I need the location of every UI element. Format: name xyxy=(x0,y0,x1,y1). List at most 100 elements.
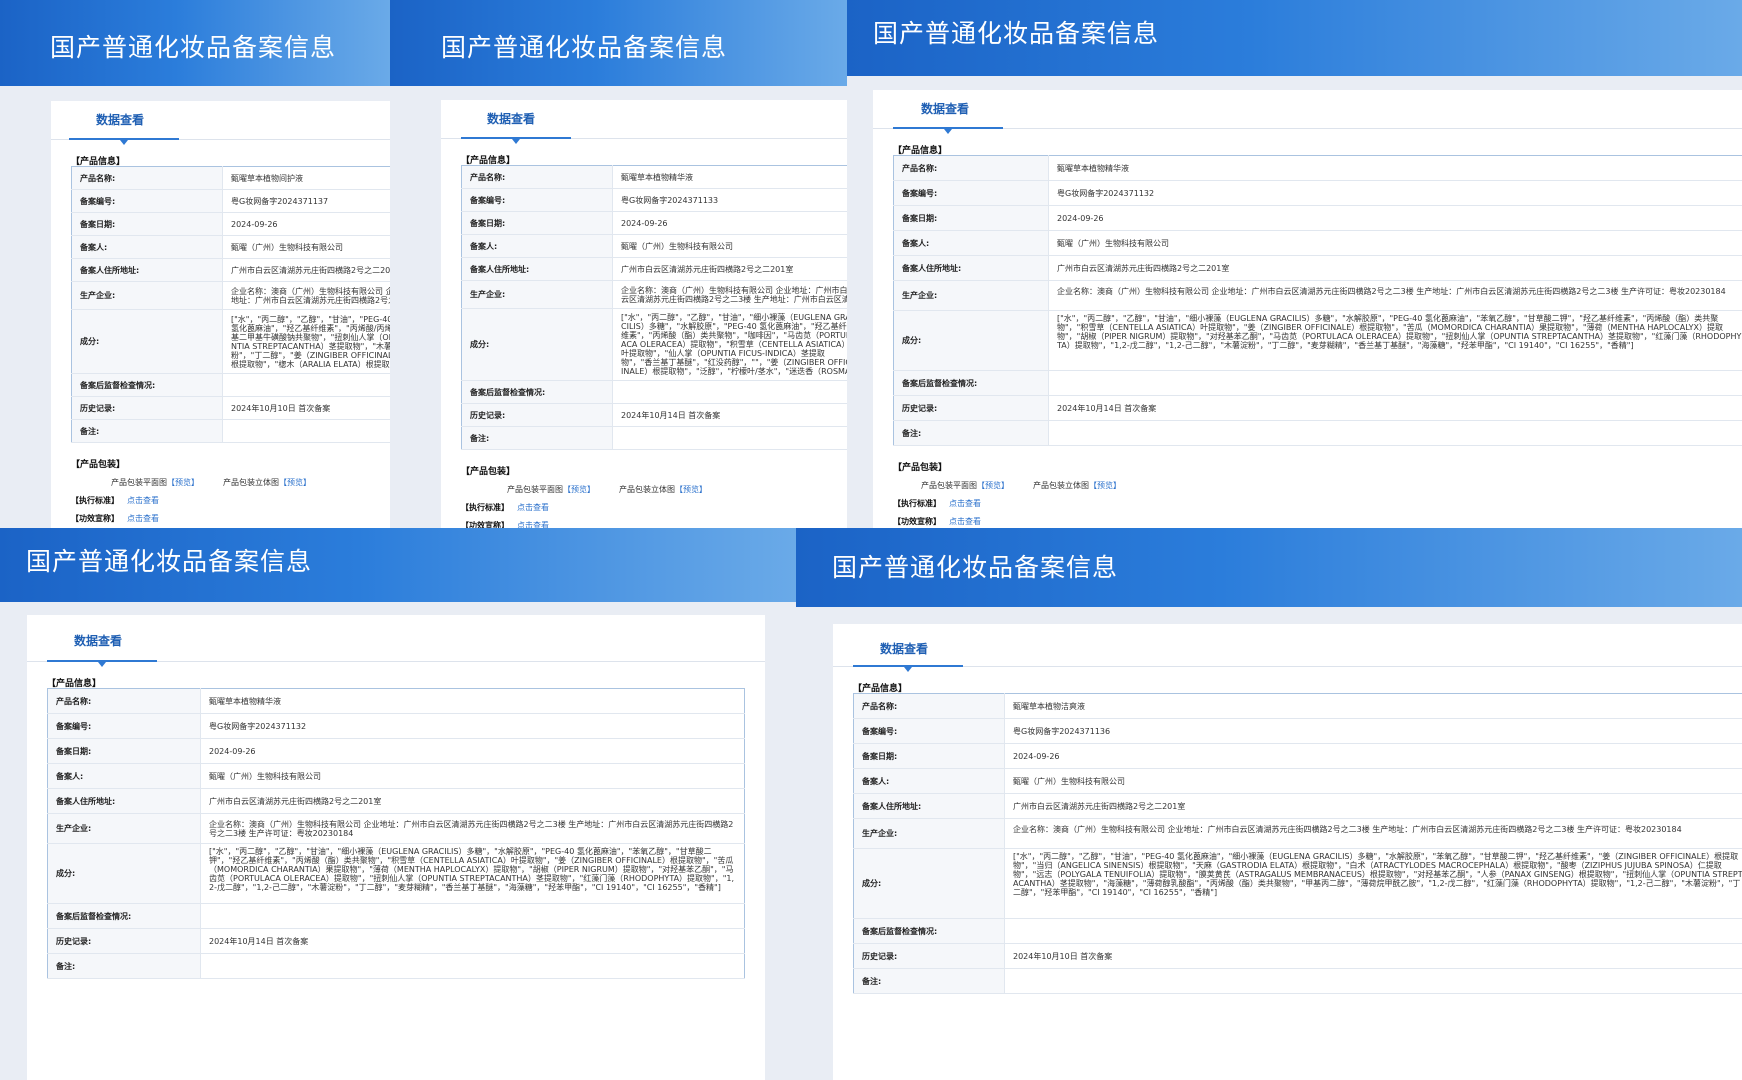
exec-standard-label: 【执行标准】 xyxy=(893,499,941,508)
value-history: 2024年10月10日 首次备案 xyxy=(1004,943,1742,969)
value-filer: 甄曜（广州）生物科技有限公司 xyxy=(1004,768,1742,794)
tab-data-view[interactable]: 数据查看 xyxy=(487,110,535,127)
ingredients-text: ["水"，"丙二醇"，"乙醇"，"甘油"，"细小裸藻（EUGLENA GRACI… xyxy=(1057,313,1742,350)
label-history: 历史记录: xyxy=(71,396,223,420)
label-filer: 备案人: xyxy=(893,230,1049,256)
section-packaging: 【产品包装】 xyxy=(461,467,516,477)
exec-standard-row: 【执行标准】 点击查看 xyxy=(71,495,390,506)
tab-data-view[interactable]: 数据查看 xyxy=(880,640,928,657)
efficacy-link[interactable]: 点击查看 xyxy=(949,517,981,526)
label-manufacturer: 生产企业: xyxy=(893,280,1049,311)
value-filer: 甄曜（广州）生物科技有限公司 xyxy=(200,763,745,789)
section-product-info: 【产品信息】 xyxy=(853,684,908,694)
flat-view-label: 产品包装平面图 xyxy=(921,481,977,490)
header-title: 国产普通化妆品备案信息 xyxy=(441,33,728,62)
label-filer-address: 备案人住所地址: xyxy=(893,255,1049,281)
value-name: 甄曜草本植物洁爽液 xyxy=(1004,693,1742,719)
header-banner: 国产普通化妆品备案信息 xyxy=(796,528,1742,607)
label-ingredients: 成分: xyxy=(47,843,201,904)
label-manufacturer: 生产企业: xyxy=(461,280,613,309)
value-manufacturer: 企业名称：澳商（广州）生物科技有限公司 企业地址：广州市白云区清湖苏元庄街四横路… xyxy=(612,280,847,309)
header-banner: 国产普通化妆品备案信息 xyxy=(847,0,1742,76)
efficacy-row: 【功效宣称】 点击查看 xyxy=(461,520,847,528)
value-name: 甄曜草本植物精华液 xyxy=(200,688,745,714)
label-filer-address: 备案人住所地址: xyxy=(853,793,1005,819)
value-ingredients: ["水"，"丙二醇"，"乙醇"，"甘油"，"细小裸藻（EUGLENA GRACI… xyxy=(1048,310,1742,371)
efficacy-link[interactable]: 点击查看 xyxy=(127,514,159,523)
tab-data-view[interactable]: 数据查看 xyxy=(74,632,122,649)
label-remark: 备注: xyxy=(47,953,201,979)
value-post-inspection xyxy=(612,380,847,404)
packaging-links: 产品包装平面图【预览】 产品包装立体图【预览】 xyxy=(507,484,847,495)
value-name: 甄曜草本植物精华液 xyxy=(1048,155,1742,181)
label-record-no: 备案编号: xyxy=(71,189,223,213)
label-history: 历史记录: xyxy=(461,403,613,427)
header-banner: 国产普通化妆品备案信息 xyxy=(0,0,390,86)
label-remark: 备注: xyxy=(853,968,1005,994)
section-packaging: 【产品包装】 xyxy=(71,460,126,470)
label-name: 产品名称: xyxy=(47,688,201,714)
ingredients-text: ["水"，"丙二醇"，"乙醇"，"甘油"，"细小裸藻（EUGLENA GRACI… xyxy=(209,846,735,892)
flat-view-preview-link[interactable]: 【预览】 xyxy=(977,481,1009,490)
label-ingredients: 成分: xyxy=(853,848,1005,919)
manufacturer-text: 企业名称：澳商（广州）生物科技有限公司 企业地址：广州市白云区清湖苏元庄街四横路… xyxy=(1057,286,1726,296)
label-record-no: 备案编号: xyxy=(893,180,1049,206)
label-record-no: 备案编号: xyxy=(461,188,613,212)
value-filer-address: 广州市白云区清湖苏元庄街四横路2号之二201室 xyxy=(1048,255,1742,281)
ingredients-text: ["水"，"丙二醇"，"乙醇"，"甘油"，"细小裸藻（EUGLENA GRACI… xyxy=(621,313,847,376)
value-filer-address: 广州市白云区清湖苏元庄街四横路2号之二201室 xyxy=(222,258,390,282)
value-record-no: 粤G妆网备字2024371133 xyxy=(612,188,847,212)
label-ingredients: 成分: xyxy=(893,310,1049,371)
flat-view-preview-link[interactable]: 【预览】 xyxy=(167,478,199,487)
value-remark xyxy=(1048,420,1742,446)
record-panel-5: 国产普通化妆品备案信息 数据查看 【产品信息】 产品名称: 甄曜草本植物洁爽液 备… xyxy=(796,528,1742,1080)
label-history: 历史记录: xyxy=(893,395,1049,421)
detail-card: 数据查看 【产品信息】 产品名称: 甄曜草本植物精华液 备案编号: 粤G妆网备字20… xyxy=(873,90,1742,528)
value-name: 甄曜草本植物间护液 xyxy=(222,166,390,190)
label-history: 历史记录: xyxy=(47,928,201,954)
label-filer: 备案人: xyxy=(47,763,201,789)
tab-data-view[interactable]: 数据查看 xyxy=(96,111,144,128)
efficacy-label: 【功效宣称】 xyxy=(71,514,119,523)
label-record-date: 备案日期: xyxy=(461,211,613,235)
3d-view-label: 产品包装立体图 xyxy=(1033,481,1089,490)
label-filer-address: 备案人住所地址: xyxy=(461,257,613,281)
3d-view-preview-link[interactable]: 【预览】 xyxy=(675,485,707,494)
efficacy-row: 【功效宣称】 点击查看 xyxy=(893,516,1742,527)
flat-view-label: 产品包装平面图 xyxy=(111,478,167,487)
exec-standard-link[interactable]: 点击查看 xyxy=(949,499,981,508)
value-record-no: 粤G妆网备字2024371136 xyxy=(1004,718,1742,744)
efficacy-link[interactable]: 点击查看 xyxy=(517,521,549,528)
label-post-inspection: 备案后监督检查情况: xyxy=(853,918,1005,944)
header-title: 国产普通化妆品备案信息 xyxy=(873,19,1160,48)
efficacy-row: 【功效宣称】 点击查看 xyxy=(71,513,390,524)
exec-standard-link[interactable]: 点击查看 xyxy=(517,503,549,512)
flat-view-preview-link[interactable]: 【预览】 xyxy=(563,485,595,494)
product-info-table: 产品名称: 甄曜草本植物间护液 备案编号: 粤G妆网备字2024371137 备案日… xyxy=(71,166,390,443)
detail-card: 数据查看 【产品信息】 产品名称: 甄曜草本植物精华液 备案编号: 粤G妆网备字20… xyxy=(441,100,847,528)
value-post-inspection xyxy=(1048,370,1742,396)
value-remark xyxy=(1004,968,1742,994)
value-ingredients: ["水"，"丙二醇"，"乙醇"，"甘油"，"细小裸藻（EUGLENA GRACI… xyxy=(200,843,745,904)
value-post-inspection xyxy=(222,373,390,397)
value-remark xyxy=(612,426,847,450)
efficacy-label: 【功效宣称】 xyxy=(893,517,941,526)
label-post-inspection: 备案后监督检查情况: xyxy=(71,373,223,397)
tab-indicator xyxy=(893,127,1003,134)
detail-card: 数据查看 【产品信息】 产品名称: 甄曜草本植物洁爽液 备案编号: 粤G妆网备字20… xyxy=(833,624,1742,1080)
label-ingredients: 成分: xyxy=(461,308,613,381)
packaging-links: 产品包装平面图【预览】 产品包装立体图【预览】 xyxy=(111,477,390,488)
value-filer-address: 广州市白云区清湖苏元庄街四横路2号之二201室 xyxy=(200,788,745,814)
ingredients-text: ["水"，"丙二醇"，"乙醇"，"甘油"，"PEG-40 氢化蓖麻油"，"细小裸… xyxy=(1013,852,1742,897)
value-history: 2024年10月10日 首次备案 xyxy=(222,396,390,420)
label-name: 产品名称: xyxy=(71,166,223,190)
value-remark xyxy=(222,419,390,443)
3d-view-preview-link[interactable]: 【预览】 xyxy=(279,478,311,487)
tab-data-view[interactable]: 数据查看 xyxy=(921,100,969,117)
header-banner: 国产普通化妆品备案信息 xyxy=(390,0,847,86)
value-history: 2024年10月14日 首次备案 xyxy=(1048,395,1742,421)
exec-standard-link[interactable]: 点击查看 xyxy=(127,496,159,505)
label-record-date: 备案日期: xyxy=(71,212,223,236)
label-remark: 备注: xyxy=(71,419,223,443)
3d-view-preview-link[interactable]: 【预览】 xyxy=(1089,481,1121,490)
